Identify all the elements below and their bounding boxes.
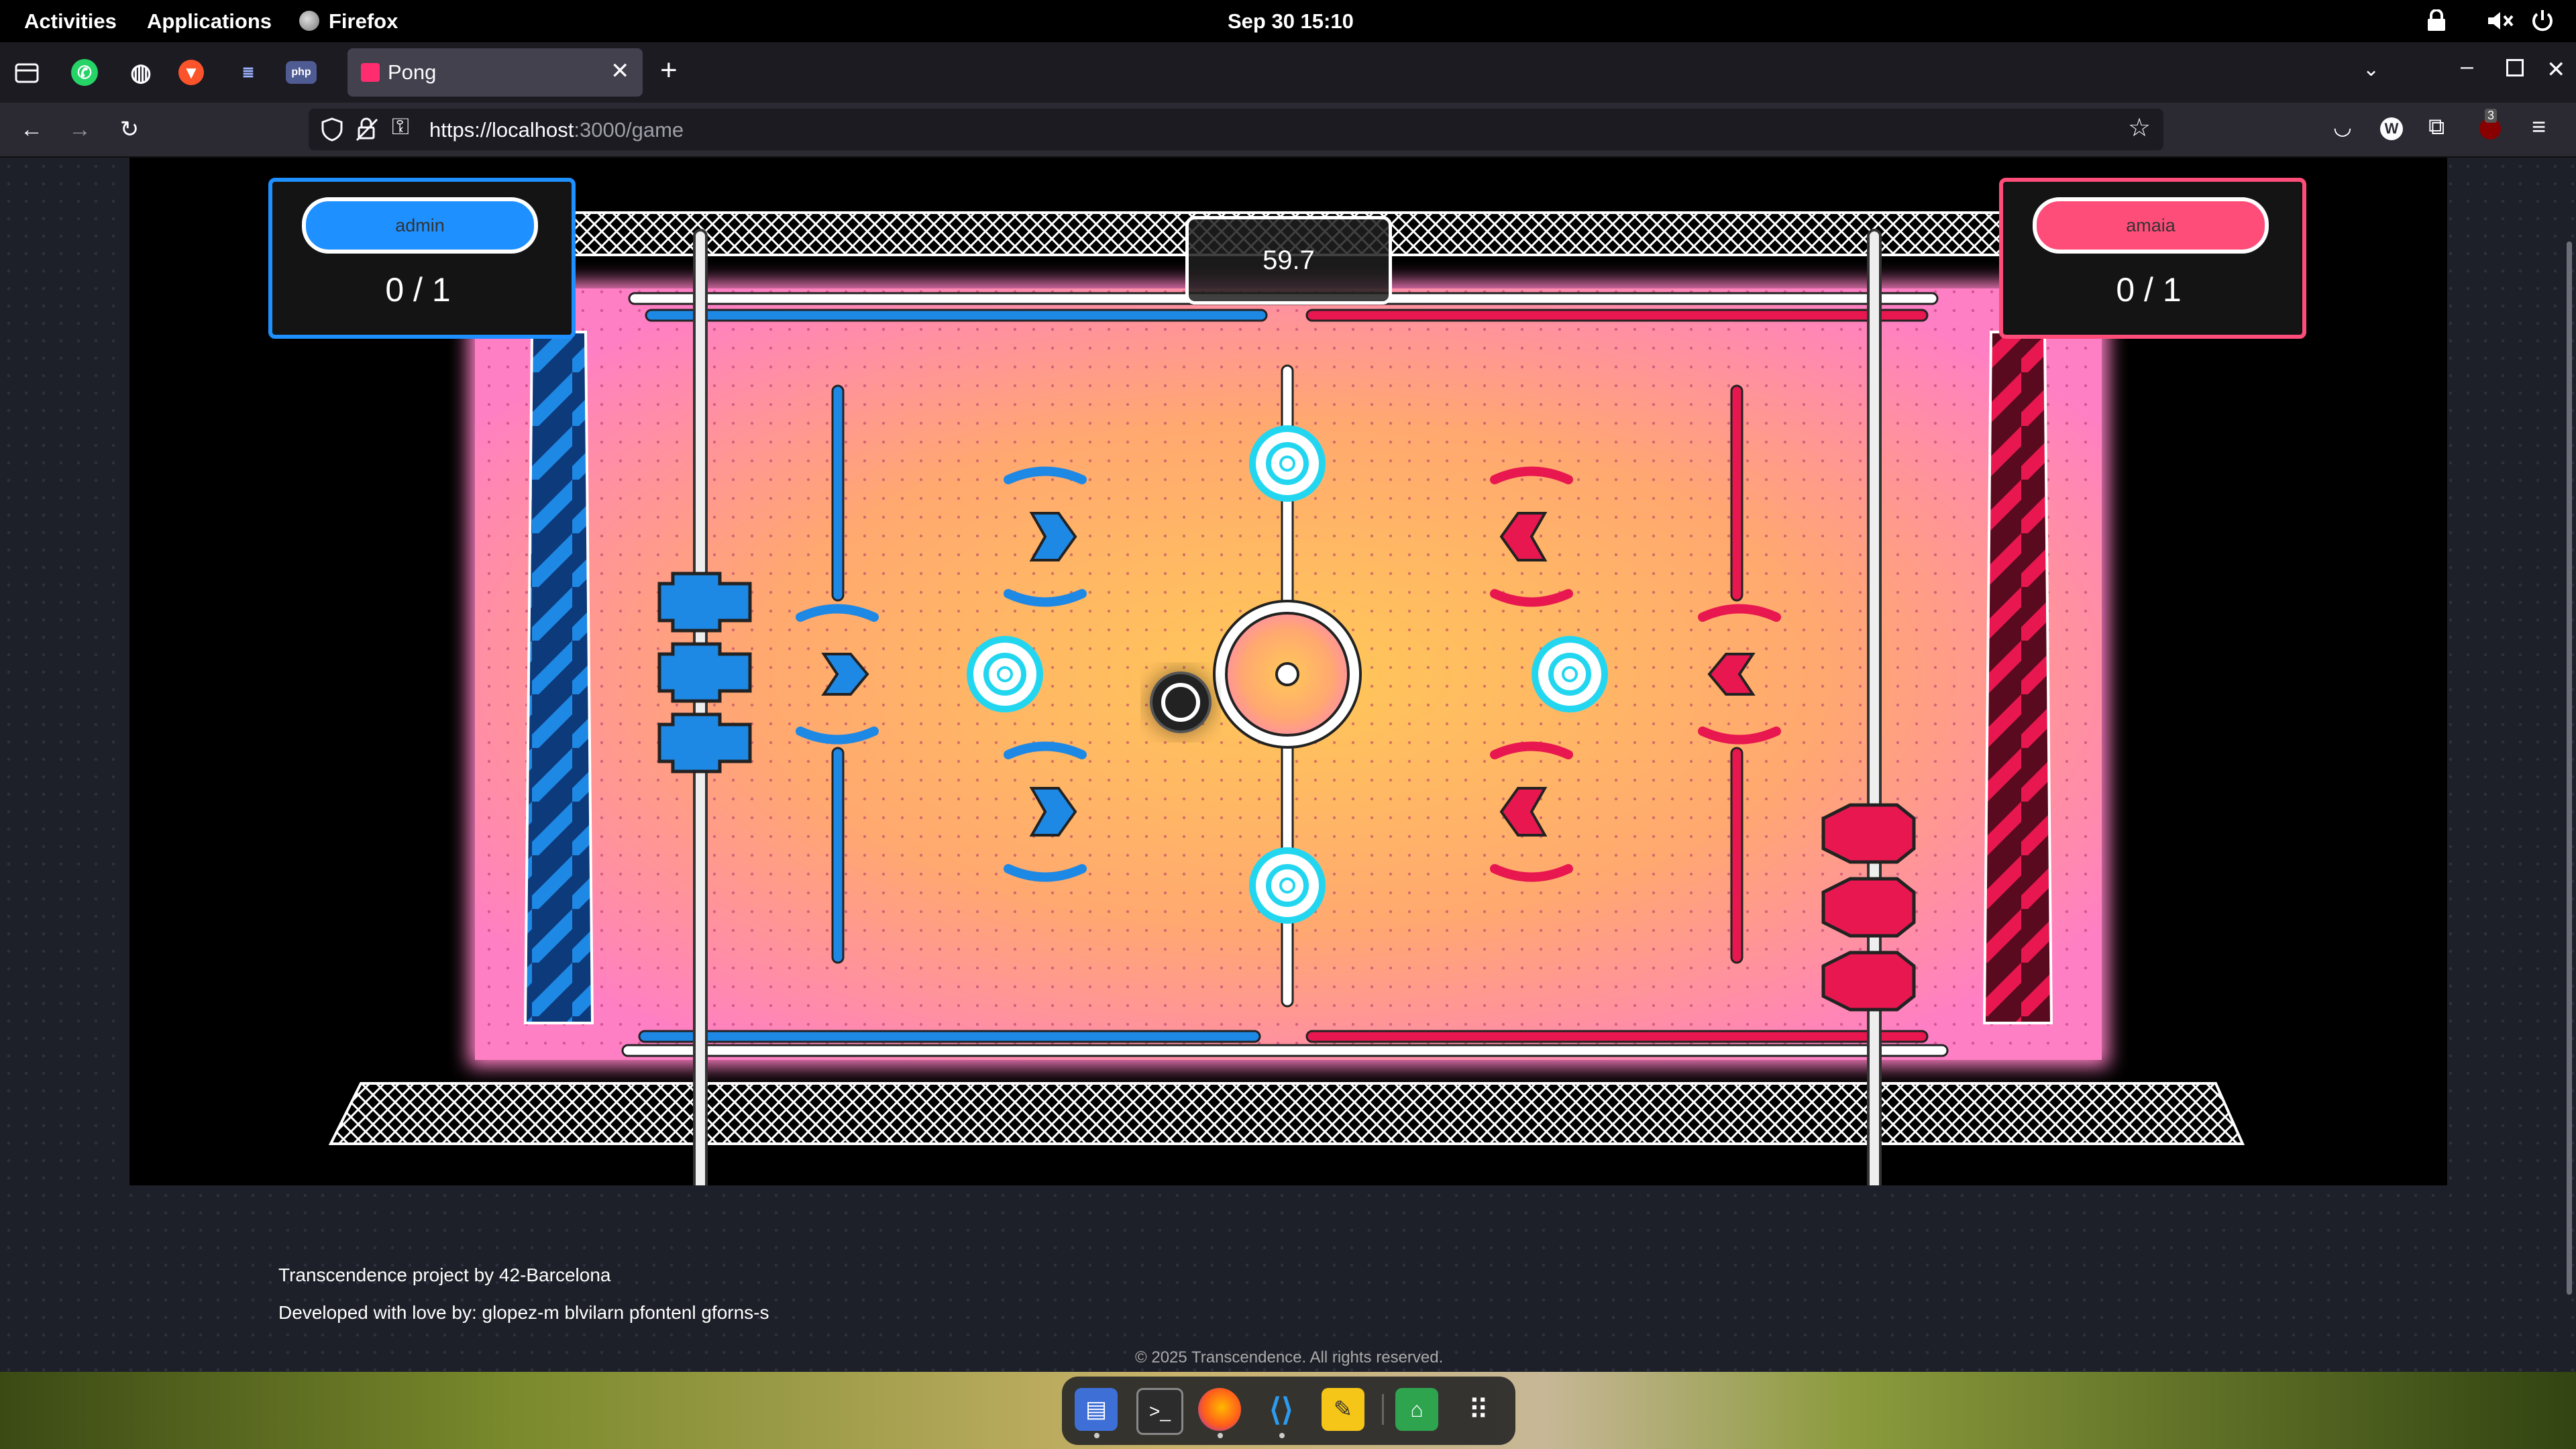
restore-icon[interactable] — [2506, 59, 2524, 76]
ublock-badge: 3 — [2485, 109, 2498, 123]
footer-copyright: © 2025 Transcendence. All rights reserve… — [1135, 1348, 1444, 1366]
brave-icon[interactable]: ▼ — [178, 60, 204, 85]
store-icon[interactable]: ⌂ — [1395, 1388, 1438, 1431]
volume-muted-icon[interactable] — [2485, 9, 2518, 32]
minimize-icon[interactable]: – — [2461, 54, 2473, 80]
forward-icon[interactable]: → — [63, 113, 97, 146]
app-menu-icon[interactable]: ≡ — [2532, 113, 2546, 141]
activities-button[interactable]: Activities — [24, 9, 117, 34]
bottom-rail-red — [1305, 1030, 1929, 1043]
blue-line-top — [831, 384, 845, 602]
site-icon[interactable]: ≣ — [232, 56, 264, 89]
right-player-name: amaia — [2033, 197, 2269, 254]
left-paddle — [657, 572, 752, 773]
close-window-icon[interactable]: ✕ — [2546, 56, 2566, 83]
left-player-score: 0 / 1 — [385, 271, 451, 309]
firefox-view-icon[interactable] — [13, 60, 40, 85]
footer-developers-line: Developed with love by: glopez-m blvilar… — [278, 1302, 769, 1323]
notes-icon[interactable]: ✎ — [1322, 1388, 1364, 1431]
right-player-score: 0 / 1 — [2116, 271, 2182, 309]
red-line-bottom — [1730, 747, 1743, 964]
globe-icon[interactable]: ◍ — [125, 56, 157, 89]
left-rod — [693, 229, 708, 1185]
bottom-rail — [621, 1044, 1949, 1057]
reload-icon[interactable]: ↻ — [113, 113, 146, 146]
match-timer: 59.7 — [1185, 216, 1392, 305]
url-path: :3000/game — [574, 118, 684, 142]
clock[interactable]: Sep 30 15:10 — [1228, 9, 1354, 34]
left-goal-wall — [523, 331, 594, 1024]
tab-close-icon[interactable]: ✕ — [610, 58, 630, 85]
blue-line-bottom — [831, 747, 845, 964]
lock-icon[interactable] — [2422, 9, 2451, 32]
ball — [1150, 672, 1212, 733]
back-icon[interactable]: ← — [15, 113, 48, 146]
red-line-top — [1730, 384, 1743, 602]
pong-favicon — [361, 63, 380, 82]
url-text[interactable]: https://localhost:3000/game — [429, 118, 684, 142]
tab-title: Pong — [388, 60, 437, 84]
list-tabs-icon[interactable]: ⌄ — [2363, 58, 2379, 81]
running-indicator-firefox — [1218, 1433, 1223, 1438]
extensions-icon[interactable]: ⧉ — [2428, 114, 2445, 140]
top-rail-red — [1305, 309, 1929, 322]
firefox-icon[interactable] — [1198, 1388, 1241, 1431]
pocket-icon[interactable]: ◡ — [2333, 114, 2352, 140]
applications-menu[interactable]: Applications — [147, 9, 272, 34]
php-icon[interactable]: php — [286, 61, 317, 84]
files-icon[interactable]: ▤ — [1075, 1388, 1118, 1431]
center-dot — [1275, 662, 1299, 686]
top-rail-blue — [645, 309, 1268, 322]
footer-credit-line: Transcendence project by 42-Barcelona — [278, 1265, 611, 1285]
app-grid-icon[interactable]: ⠿ — [1457, 1388, 1500, 1431]
running-indicator-files — [1094, 1433, 1099, 1438]
terminal-icon[interactable]: >_ — [1136, 1388, 1183, 1435]
app-menu-firefox[interactable]: Firefox — [329, 9, 398, 34]
url-host: https://localhost — [429, 118, 574, 142]
firefox-small-icon — [299, 11, 319, 31]
vscode-icon[interactable]: ⟨⟩ — [1260, 1388, 1303, 1431]
bookmark-star-icon[interactable]: ☆ — [2128, 113, 2151, 143]
left-player-name: admin — [302, 197, 538, 254]
new-tab-icon[interactable]: + — [660, 54, 678, 87]
key-icon[interactable]: ⚿ — [392, 114, 409, 140]
page-scrollbar[interactable] — [2567, 241, 2572, 1295]
insecure-lock-icon[interactable] — [356, 117, 378, 142]
dock-separator — [1382, 1394, 1384, 1425]
bottom-net — [328, 1082, 2245, 1145]
bottom-rail-blue — [638, 1030, 1261, 1043]
running-indicator-vscode — [1279, 1433, 1285, 1438]
whatsapp-icon[interactable]: ✆ — [71, 59, 98, 86]
right-goal-wall — [1982, 331, 2053, 1024]
tracking-shield-icon[interactable] — [321, 117, 343, 142]
wordreference-icon[interactable]: W — [2380, 117, 2403, 140]
right-rod — [1867, 229, 1882, 1185]
right-paddle — [1821, 803, 1916, 1012]
power-icon[interactable] — [2529, 8, 2556, 34]
